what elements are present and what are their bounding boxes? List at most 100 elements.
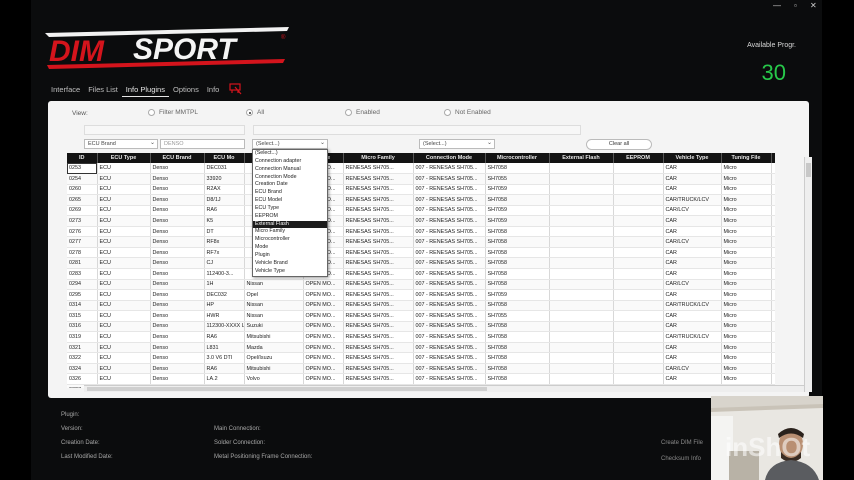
table-cell[interactable]: CAR — [663, 342, 722, 354]
dropdown-option[interactable]: Connection Mode — [253, 174, 327, 182]
column-header-microcontroller[interactable]: Microcontroller — [485, 153, 550, 163]
table-cell[interactable] — [613, 236, 664, 248]
table-row[interactable]: 0269ECUDensoRA6OPEN MO...RENESAS SH705..… — [67, 205, 775, 217]
table-cell[interactable]: RENESAS SH705... — [343, 247, 414, 259]
dropdown-option[interactable]: Microcontroller — [253, 236, 327, 244]
table-cell[interactable]: SH7058 — [485, 342, 550, 354]
table-cell[interactable]: RENESAS SH705... — [343, 236, 414, 248]
table-cell[interactable]: CAR/LCV — [663, 363, 722, 375]
table-cell[interactable]: Denso — [150, 194, 205, 206]
table-cell[interactable]: 0283 — [67, 268, 98, 280]
table-cell[interactable]: DEC031 — [204, 163, 245, 175]
table-cell[interactable]: 007 - RENESAS SH705... — [413, 300, 486, 312]
table-cell[interactable]: Micro — [721, 257, 772, 269]
menu-files-list[interactable]: Files List — [84, 83, 122, 97]
table-cell[interactable] — [549, 205, 614, 217]
table-cell[interactable] — [771, 257, 775, 269]
table-cell[interactable]: Denso — [150, 226, 205, 238]
table-cell[interactable]: Denso — [150, 268, 205, 280]
table-cell[interactable] — [771, 163, 775, 175]
table-cell[interactable]: SH7059 — [485, 289, 550, 301]
table-cell[interactable]: SH7058 — [485, 236, 550, 248]
column-header-id[interactable]: ID — [67, 153, 98, 163]
table-cell[interactable]: Denso — [150, 342, 205, 354]
table-cell[interactable] — [613, 300, 664, 312]
dropdown-option[interactable]: ECU Brand — [253, 189, 327, 197]
table-cell[interactable] — [613, 352, 664, 364]
table-cell[interactable]: RENESAS SH705... — [343, 279, 414, 291]
table-cell[interactable]: RENESAS SH705... — [343, 184, 414, 196]
dropdown-option[interactable]: ECU Type — [253, 205, 327, 213]
table-cell[interactable]: SH7055 — [485, 173, 550, 185]
table-cell[interactable] — [771, 352, 775, 364]
radio-button[interactable] — [246, 109, 253, 116]
table-cell[interactable]: Micro — [721, 194, 772, 206]
table-row[interactable]: 0295 ECU Denso DEC032 Opel OPEN MO... RENESAS … — [67, 289, 775, 301]
column-header-tuning-file[interactable]: Tuning File — [721, 153, 772, 163]
table-cell[interactable] — [613, 268, 664, 280]
table-horizontal-scrollbar[interactable] — [84, 385, 804, 392]
table-cell[interactable] — [613, 331, 664, 343]
table-cell[interactable]: Micro — [721, 373, 772, 385]
table-cell[interactable] — [549, 194, 614, 206]
table-cell[interactable] — [549, 215, 614, 227]
table-cell[interactable] — [771, 310, 775, 322]
radio-enabled[interactable]: Enabled — [345, 109, 380, 116]
table-cell[interactable]: 007 - RENESAS SH705... — [413, 173, 486, 185]
table-cell[interactable]: ECU — [97, 373, 151, 385]
table-cell[interactable]: SH7058 — [485, 279, 550, 291]
table-row[interactable]: 0253ECUDensoDEC031OPEN MO...RENESAS SH70… — [67, 163, 775, 175]
table-cell[interactable] — [771, 300, 775, 312]
table-cell[interactable]: RENESAS SH705... — [343, 163, 414, 175]
table-cell[interactable]: SH7058 — [485, 163, 550, 175]
table-cell[interactable]: Denso — [150, 236, 205, 248]
table-cell[interactable] — [549, 352, 614, 364]
table-cell[interactable]: Micro — [721, 226, 772, 238]
table-cell[interactable]: K5 — [204, 215, 245, 227]
table-cell[interactable]: ECU — [97, 247, 151, 259]
table-cell[interactable]: DEC032 — [204, 289, 245, 301]
table-cell[interactable]: 007 - RENESAS SH705... — [413, 184, 486, 196]
dropdown-option[interactable]: Vehicle Brand — [253, 260, 327, 268]
table-cell[interactable]: 007 - RENESAS SH705... — [413, 321, 486, 333]
table-cell[interactable]: RENESAS SH705... — [343, 321, 414, 333]
table-cell[interactable]: CAR — [663, 321, 722, 333]
table-cell[interactable]: Denso — [150, 205, 205, 217]
table-cell[interactable] — [549, 236, 614, 248]
dropdown-option[interactable]: EEPROM — [253, 213, 327, 221]
table-cell[interactable]: CAR — [663, 352, 722, 364]
table-cell[interactable]: 007 - RENESAS SH705... — [413, 215, 486, 227]
radio-filter-mmtpl[interactable]: Filter MMTPL — [148, 109, 198, 116]
table-cell[interactable]: SH7058 — [485, 363, 550, 375]
table-cell[interactable]: Micro — [721, 331, 772, 343]
table-cell[interactable]: CAR — [663, 310, 722, 322]
table-cell[interactable] — [771, 373, 775, 385]
dropdown-option[interactable]: Mode — [253, 244, 327, 252]
table-row[interactable]: 0322 ECU Denso 3.0 V6 DTI Opel/Isuzu OPEN MO.… — [67, 352, 775, 364]
table-cell[interactable] — [549, 268, 614, 280]
table-cell[interactable]: D8/1J — [204, 194, 245, 206]
table-cell[interactable]: Opel/Isuzu — [244, 352, 304, 364]
table-cell[interactable]: OPEN MO... — [303, 279, 344, 291]
table-cell[interactable]: SH7058 — [485, 352, 550, 364]
table-cell[interactable]: Micro — [721, 247, 772, 259]
filter-value-input[interactable]: DENSO — [160, 139, 245, 149]
table-cell[interactable]: OPEN MO... — [303, 321, 344, 333]
table-cell[interactable]: 0295 — [67, 289, 98, 301]
table-cell[interactable]: OPEN MO... — [303, 331, 344, 343]
table-row[interactable]: 0294 ECU Denso 1H Nissan OPEN MO... RENESAS SH… — [67, 279, 775, 291]
table-cell[interactable]: Micro — [721, 184, 772, 196]
table-cell[interactable]: Denso — [150, 373, 205, 385]
table-cell[interactable]: 0253 — [67, 163, 98, 175]
table-cell[interactable]: 0316 — [67, 321, 98, 333]
table-cell[interactable]: 007 - RENESAS SH705... — [413, 342, 486, 354]
table-cell[interactable] — [771, 331, 775, 343]
table-cell[interactable]: CAR/TRUCK/LCV — [663, 194, 722, 206]
table-cell[interactable]: RENESAS SH705... — [343, 289, 414, 301]
minimize-button[interactable]: — — [773, 1, 781, 10]
table-cell[interactable]: RENESAS SH705... — [343, 331, 414, 343]
filter-field-select[interactable]: ECU Brand ⌄ — [84, 139, 158, 149]
dropdown-option[interactable]: Micro Family — [253, 228, 327, 236]
table-cell[interactable]: Mitsubishi — [244, 331, 304, 343]
table-cell[interactable]: RA6 — [204, 205, 245, 217]
